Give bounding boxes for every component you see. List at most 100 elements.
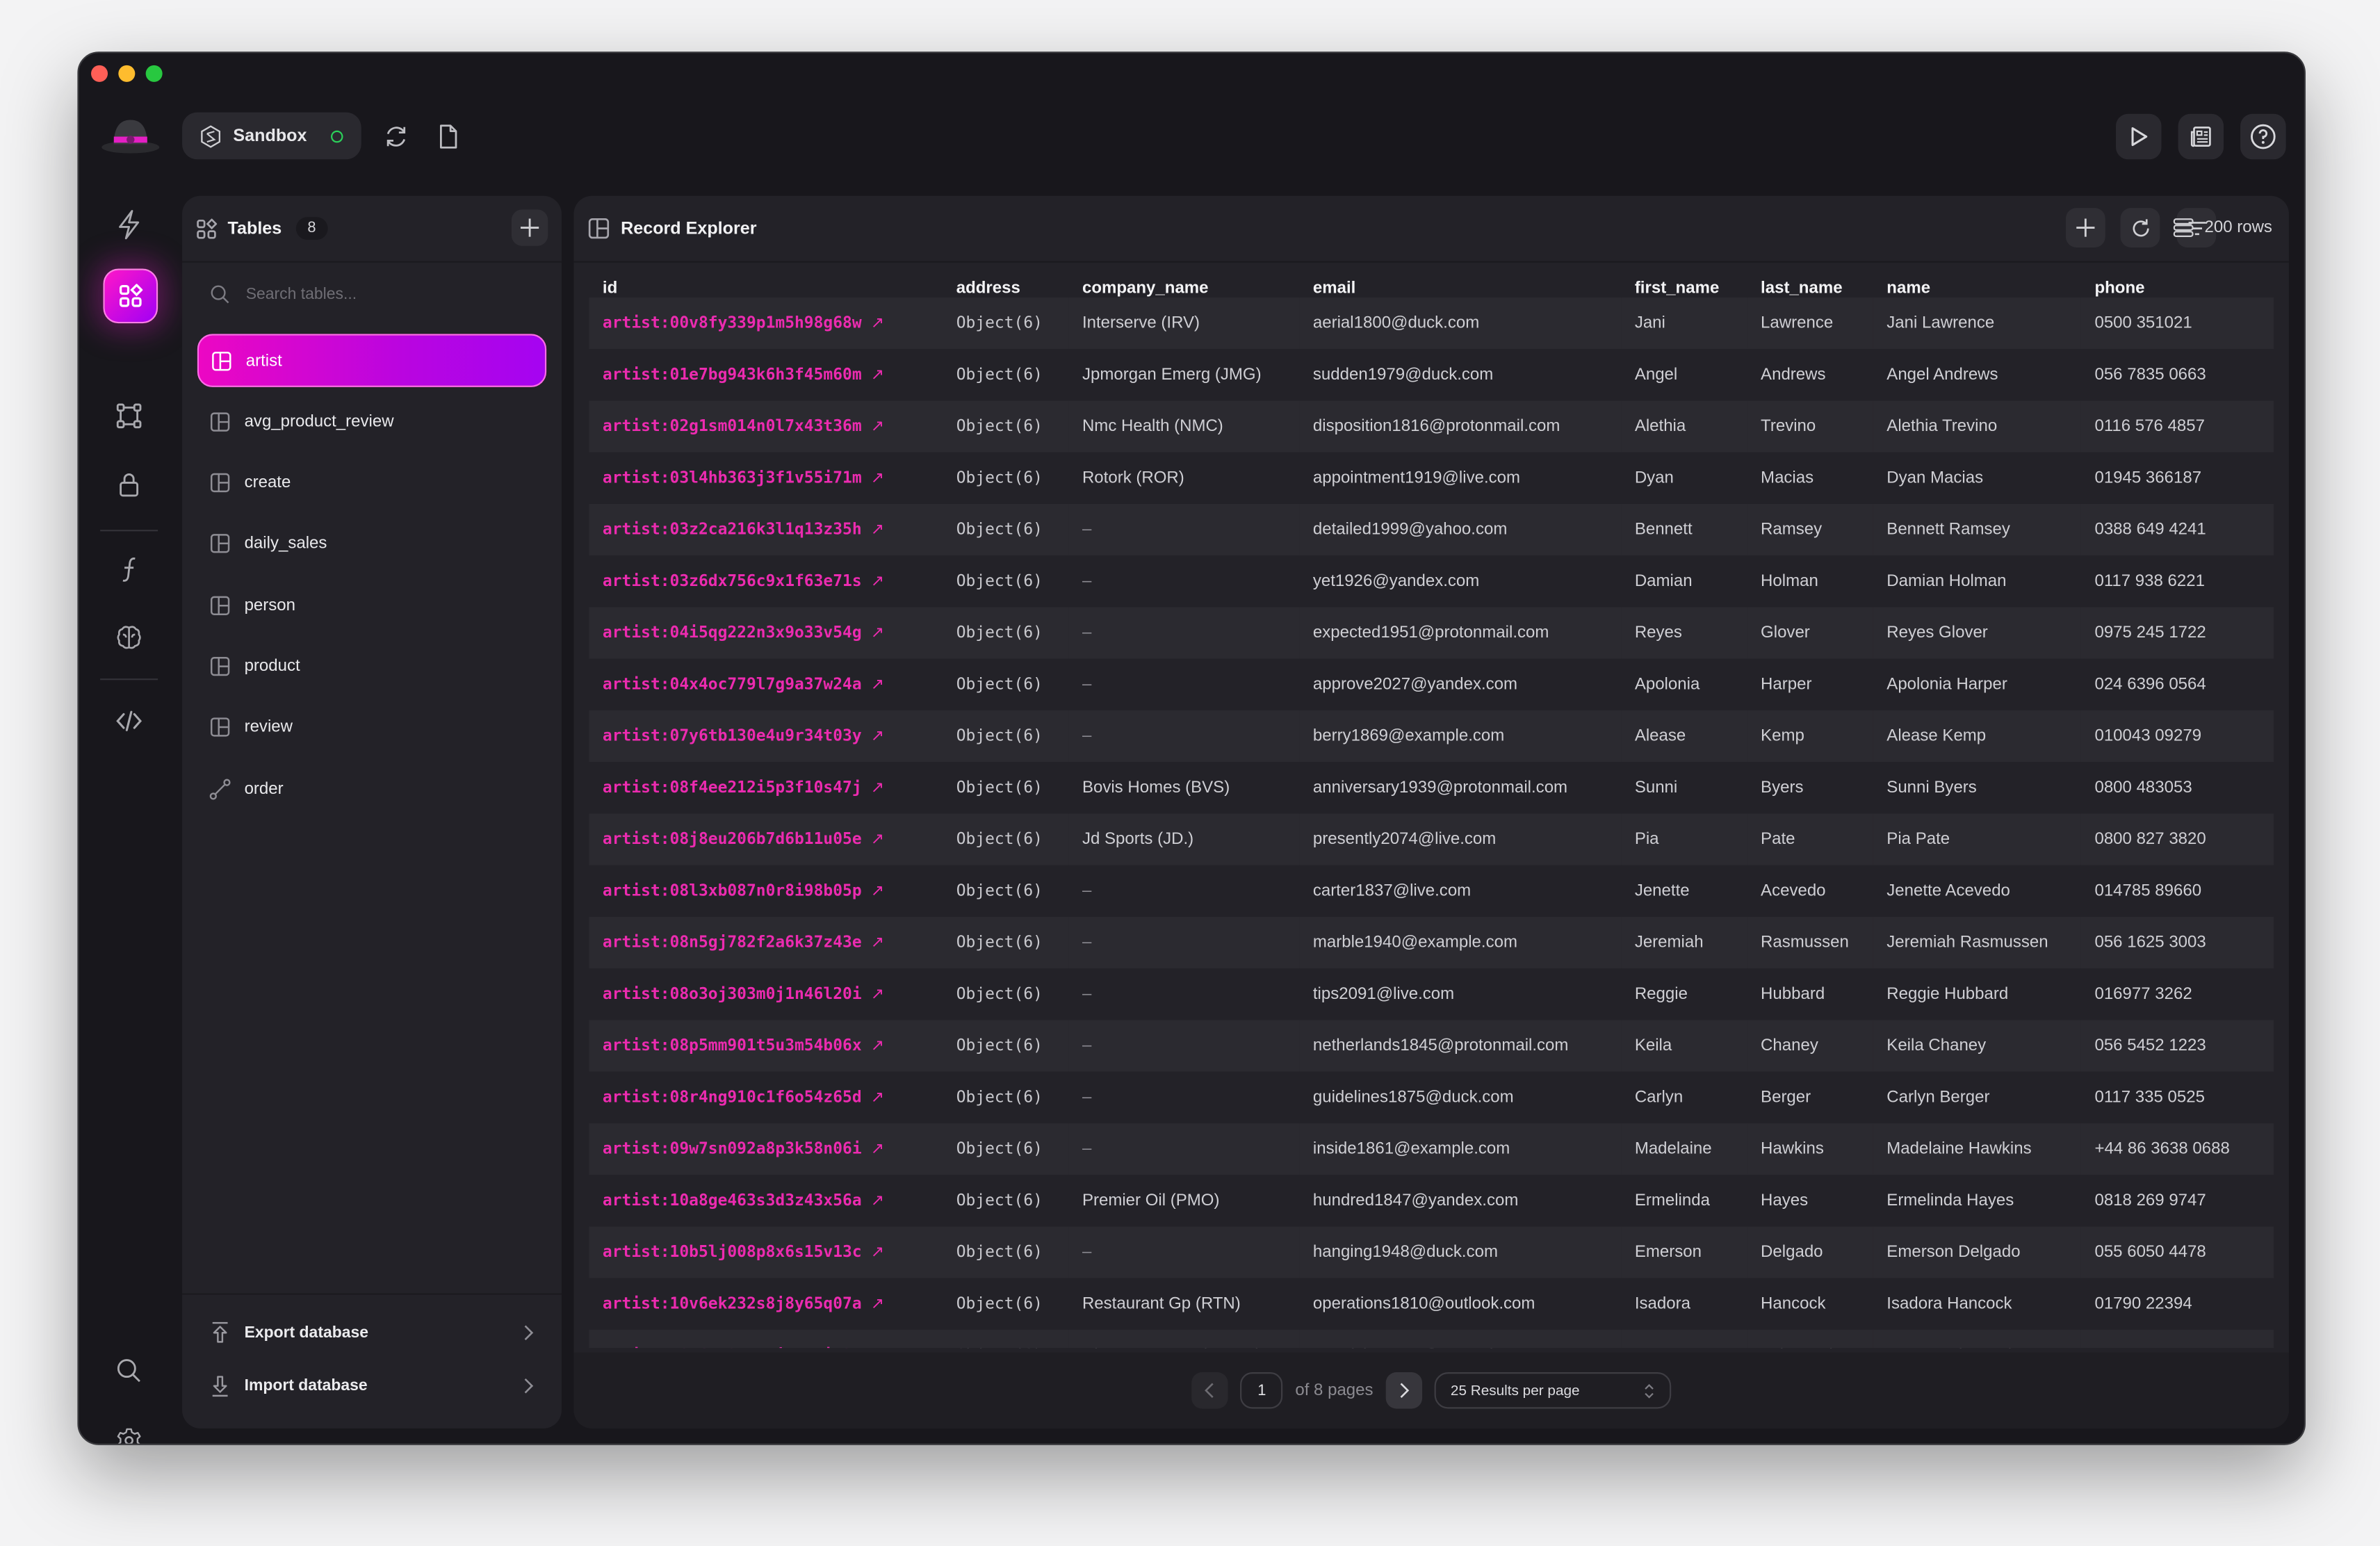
open-record-arrow-icon[interactable]: ↗	[871, 1295, 884, 1313]
cell-id[interactable]: artist:10v6ek232s8j8y65q07a ↗	[589, 1278, 943, 1330]
table-row[interactable]: artist:03l4hb363j3f1v55i71m ↗ Object(6) Rot…	[589, 453, 2274, 504]
open-record-arrow-icon[interactable]: ↗	[871, 1243, 884, 1261]
table-row[interactable]: artist:10b5lj008p8x6s15v13c ↗ Object(6) – ha…	[589, 1226, 2274, 1278]
cell-id[interactable]: artist:08j8eu206b7d6b11u05e ↗	[589, 813, 943, 865]
rail-item-designer[interactable]	[106, 393, 152, 439]
rail-item-settings[interactable]	[106, 1418, 152, 1444]
table-row[interactable]: artist:10y6ou275u5j1n17i12v ↗ Object(6)Uk …	[589, 1329, 2274, 1349]
results-per-page-select[interactable]: 25 Results per page	[1433, 1372, 1671, 1409]
record-id-link[interactable]: artist:08r4ng910c1f6o54z65d	[603, 1089, 862, 1107]
rail-item-auth[interactable]	[106, 462, 152, 507]
column-header-address[interactable]: address	[943, 267, 1068, 298]
table-item-avg-product-review[interactable]: avg_product_review	[197, 395, 546, 448]
record-id-link[interactable]: artist:03l4hb363j3f1v55i71m	[603, 469, 862, 487]
refresh-records-button[interactable]	[2120, 208, 2160, 247]
record-id-link[interactable]: artist:10a8ge463s3d3z43x56a	[603, 1191, 862, 1210]
previous-page-button[interactable]	[1191, 1372, 1229, 1409]
table-row[interactable]: artist:07y6tb130e4u9r34t03y ↗ Object(6) – be…	[589, 710, 2274, 763]
table-item-artist[interactable]: artist	[197, 334, 547, 387]
rail-item-ml[interactable]	[106, 615, 152, 660]
cell-id[interactable]: artist:01e7bg943k6h3f45m60m ↗	[589, 349, 943, 400]
namespace-selector[interactable]: Sandbox	[182, 112, 361, 160]
cell-id[interactable]: artist:03l4hb363j3f1v55i71m ↗	[589, 453, 943, 504]
table-item-order[interactable]: order	[197, 762, 546, 815]
table-row[interactable]: artist:08f4ee212i5p3f10s47j ↗ Object(6) Bov…	[589, 762, 2274, 813]
table-row[interactable]: artist:04i5qg222n3x9o33v54g ↗ Object(6) – ex…	[589, 607, 2274, 659]
open-record-arrow-icon[interactable]: ↗	[871, 366, 884, 384]
sync-icon[interactable]	[382, 123, 409, 150]
rail-item-search[interactable]	[106, 1348, 152, 1394]
close-window-button[interactable]	[91, 65, 108, 82]
open-record-arrow-icon[interactable]: ↗	[871, 779, 884, 797]
table-item-review[interactable]: review	[197, 701, 546, 754]
cell-id[interactable]: artist:08r4ng910c1f6o54z65d ↗	[589, 1072, 943, 1123]
open-record-arrow-icon[interactable]: ↗	[871, 418, 884, 436]
open-record-arrow-icon[interactable]: ↗	[871, 572, 884, 590]
next-page-button[interactable]	[1385, 1372, 1422, 1409]
cell-id[interactable]: artist:02g1sm014n0l7x43t36m ↗	[589, 400, 943, 453]
column-header-phone[interactable]: phone	[2081, 267, 2274, 298]
column-header-name[interactable]: name	[1873, 267, 2081, 298]
open-record-arrow-icon[interactable]: ↗	[871, 314, 884, 332]
table-row[interactable]: artist:00v8fy339p1m5h98g68w ↗ Object(6) Int…	[589, 297, 2274, 350]
open-record-arrow-icon[interactable]: ↗	[871, 1089, 884, 1107]
cell-id[interactable]: artist:04x4oc779l7g9a37w24a ↗	[589, 659, 943, 710]
open-record-arrow-icon[interactable]: ↗	[871, 521, 884, 539]
column-header-first-name[interactable]: first_name	[1621, 267, 1747, 298]
cell-id[interactable]: artist:10y6ou275u5j1n17i12v ↗	[589, 1329, 943, 1349]
record-id-link[interactable]: artist:04i5qg222n3x9o33v54g	[603, 624, 862, 642]
file-icon[interactable]	[434, 123, 462, 150]
record-id-link[interactable]: artist:08f4ee212i5p3f10s47j	[603, 779, 862, 797]
cell-id[interactable]: artist:08l3xb087n0r8i98b05p ↗	[589, 865, 943, 917]
table-row[interactable]: artist:09w7sn092a8p3k58n06i ↗ Object(6) – in…	[589, 1123, 2274, 1175]
column-header-id[interactable]: id	[589, 267, 943, 298]
record-id-link[interactable]: artist:09w7sn092a8p3k58n06i	[603, 1140, 862, 1158]
cell-id[interactable]: artist:10b5lj008p8x6s15v13c ↗	[589, 1226, 943, 1278]
column-header-last-name[interactable]: last_name	[1747, 267, 1873, 298]
search-tables-input[interactable]	[243, 284, 523, 305]
table-row[interactable]: artist:08j8eu206b7d6b11u05e ↗ Object(6) Jd …	[589, 813, 2274, 865]
record-id-link[interactable]: artist:01e7bg943k6h3f45m60m	[603, 366, 862, 384]
open-record-arrow-icon[interactable]: ↗	[871, 934, 884, 952]
open-record-arrow-icon[interactable]: ↗	[871, 676, 884, 694]
record-id-link[interactable]: artist:04x4oc779l7g9a37w24a	[603, 676, 862, 694]
table-row[interactable]: artist:04x4oc779l7g9a37w24a ↗ Object(6) – ap…	[589, 659, 2274, 710]
table-row[interactable]: artist:03z6dx756c9x1f63e71s ↗ Object(6) – ye…	[589, 555, 2274, 607]
open-record-arrow-icon[interactable]: ↗	[871, 830, 884, 848]
table-row[interactable]: artist:10a8ge463s3d3z43x56a ↗ Object(6) Pre…	[589, 1175, 2274, 1226]
cell-id[interactable]: artist:07y6tb130e4u9r34t03y ↗	[589, 710, 943, 763]
open-record-arrow-icon[interactable]: ↗	[871, 985, 884, 1003]
page-number-input[interactable]: 1	[1240, 1372, 1283, 1409]
table-item-person[interactable]: person	[197, 578, 546, 631]
table-row[interactable]: artist:03z2ca216k3l1q13z35h ↗ Object(6) – de…	[589, 503, 2274, 556]
open-record-arrow-icon[interactable]: ↗	[871, 624, 884, 642]
record-id-link[interactable]: artist:08j8eu206b7d6b11u05e	[603, 830, 862, 848]
record-id-link[interactable]: artist:08l3xb087n0r8i98b05p	[603, 882, 862, 900]
export-database-button[interactable]: Export database	[209, 1317, 534, 1348]
record-id-link[interactable]: artist:10v6ek232s8j8y65q07a	[603, 1295, 862, 1313]
add-table-button[interactable]	[511, 209, 548, 246]
cell-id[interactable]: artist:08o3oj303m0j1n46l20i ↗	[589, 968, 943, 1020]
table-row[interactable]: artist:10v6ek232s8j8y65q07a ↗ Object(6) Res…	[589, 1278, 2274, 1330]
record-id-link[interactable]: artist:10y6ou275u5j1n17i12v	[603, 1346, 862, 1348]
record-id-link[interactable]: artist:08o3oj303m0j1n46l20i	[603, 985, 862, 1003]
cell-id[interactable]: artist:03z2ca216k3l1q13z35h ↗	[589, 503, 943, 556]
cell-id[interactable]: artist:09w7sn092a8p3k58n06i ↗	[589, 1123, 943, 1175]
cell-id[interactable]: artist:08n5gj782f2a6k37z43e ↗	[589, 916, 943, 969]
rail-item-query[interactable]	[106, 202, 152, 247]
open-record-arrow-icon[interactable]: ↗	[871, 727, 884, 745]
rail-item-api-docs[interactable]	[106, 698, 152, 744]
rail-item-explorer[interactable]	[103, 268, 158, 324]
table-row[interactable]: artist:08l3xb087n0r8i98b05p ↗ Object(6) – ca…	[589, 865, 2274, 917]
open-record-arrow-icon[interactable]: ↗	[871, 882, 884, 900]
cell-id[interactable]: artist:08f4ee212i5p3f10s47j ↗	[589, 762, 943, 813]
open-record-arrow-icon[interactable]: ↗	[871, 1036, 884, 1055]
create-record-button[interactable]	[2065, 208, 2105, 247]
table-row[interactable]: artist:08n5gj782f2a6k37z43e ↗ Object(6) – ma…	[589, 916, 2274, 969]
column-header-company-name[interactable]: company_name	[1068, 267, 1299, 298]
cell-id[interactable]: artist:08p5mm901t5u3m54b06x ↗	[589, 1020, 943, 1072]
open-record-arrow-icon[interactable]: ↗	[871, 1140, 884, 1158]
table-row[interactable]: artist:08r4ng910c1f6o54z65d ↗ Object(6) – gu…	[589, 1072, 2274, 1123]
record-id-link[interactable]: artist:02g1sm014n0l7x43t36m	[603, 418, 862, 436]
cell-id[interactable]: artist:10a8ge463s3d3z43x56a ↗	[589, 1175, 943, 1226]
